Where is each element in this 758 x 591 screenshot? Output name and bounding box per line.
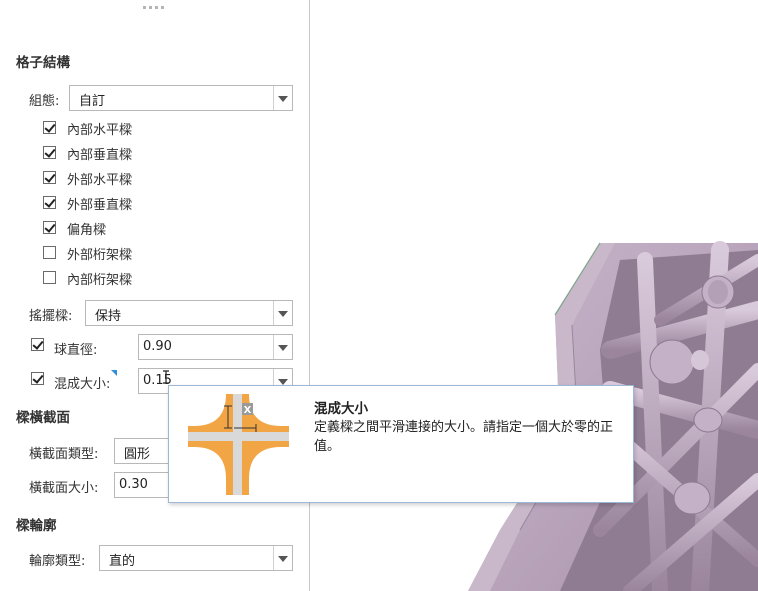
swing-beam-label: 搖擺樑: [29, 309, 73, 324]
profile-type-label: 輪廓類型: [29, 554, 86, 569]
blend-size-label: 混成大小: [54, 377, 111, 392]
checkbox-box[interactable] [43, 221, 56, 234]
checkbox-box[interactable] [43, 121, 56, 134]
chevron-down-icon[interactable] [273, 301, 292, 325]
blend-size-tooltip: X 混成大小 定義樑之間平滑連接的大小。請指定一個大於零的正值。 [168, 385, 634, 503]
config-value: 自訂 [79, 94, 106, 109]
chevron-down-icon[interactable] [273, 546, 292, 570]
checkbox-box[interactable] [43, 271, 56, 284]
swing-beam-dropdown[interactable]: 保持 [85, 300, 293, 326]
checkbox-label: 外部桁架樑 [67, 248, 133, 263]
profile-type-value: 直的 [109, 554, 136, 569]
checkbox-label: 外部垂直樑 [67, 198, 133, 213]
text-cursor-icon [163, 370, 169, 384]
checkbox-box[interactable] [43, 246, 56, 259]
checkbox-box[interactable] [43, 196, 56, 209]
config-label: 組態: [29, 94, 60, 109]
ball-diameter-value: 0.90 [143, 339, 172, 354]
cross-section-title: 樑橫截面 [16, 410, 70, 426]
chevron-down-icon[interactable] [273, 335, 292, 359]
checkbox-label: 外部水平樑 [67, 173, 133, 188]
profile-type-dropdown[interactable]: 直的 [99, 545, 293, 571]
cross-section-size-value: 0.30 [119, 477, 148, 492]
cross-section-type-value: 圓形 [124, 447, 151, 462]
blend-size-illustration: X [188, 394, 289, 495]
checkbox-label: 內部垂直樑 [67, 148, 133, 163]
lattice-section-title: 格子結構 [16, 55, 70, 71]
checkbox-label: 內部水平樑 [67, 123, 133, 138]
panel-drag-handle[interactable] [143, 6, 167, 10]
checkbox-box[interactable] [43, 171, 56, 184]
cross-section-size-label: 橫截面大小: [29, 481, 99, 496]
checkbox-label: 內部桁架樑 [67, 273, 133, 288]
config-dropdown[interactable]: 自訂 [69, 85, 293, 111]
ball-diameter-field[interactable]: 0.90 [138, 334, 293, 360]
tooltip-title: 混成大小 [314, 401, 368, 417]
blend-size-checkbox[interactable] [31, 372, 44, 385]
tooltip-description: 定義樑之間平滑連接的大小。請指定一個大於零的正值。 [314, 420, 614, 454]
chevron-down-icon[interactable] [273, 86, 292, 110]
checkbox-box[interactable] [43, 146, 56, 159]
ball-diameter-checkbox[interactable] [31, 338, 44, 351]
tooltip-indicator-icon [111, 370, 117, 376]
profile-section-title: 樑輪廓 [16, 518, 57, 534]
cross-section-type-label: 橫截面類型: [29, 447, 99, 462]
swing-beam-value: 保持 [95, 309, 122, 324]
ball-diameter-label: 球直徑: [54, 343, 98, 358]
illustration-x-label: X [244, 405, 252, 416]
checkbox-label: 偏角樑 [67, 223, 107, 238]
